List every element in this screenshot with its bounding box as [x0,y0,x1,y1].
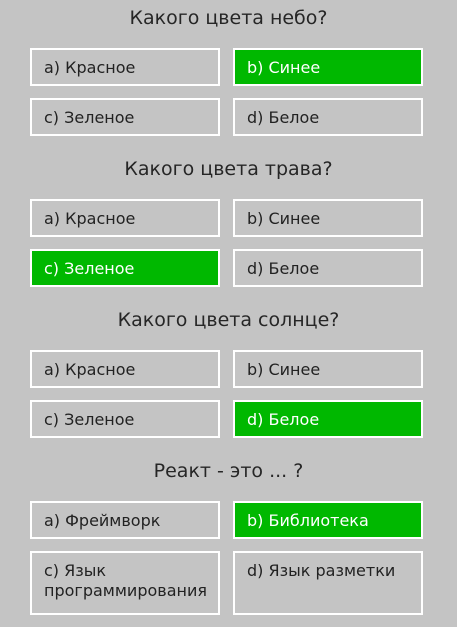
question-title: Какого цвета трава? [124,158,333,180]
answer-b[interactable]: b) Библиотека [233,501,423,539]
answer-c[interactable]: c) Зеленое [30,249,220,287]
question-title: Реакт - это ... ? [153,460,304,482]
answer-d[interactable]: d) Белое [233,98,423,136]
answer-b[interactable]: b) Синее [233,199,423,237]
answer-c[interactable]: c) Зеленое [30,400,220,438]
answer-b[interactable]: b) Синее [233,350,423,388]
question-title: Какого цвета небо? [129,7,328,29]
answer-d[interactable]: d) Белое [233,400,423,438]
answer-a[interactable]: a) Красное [30,199,220,237]
answer-c[interactable]: c) Язык программирования [30,551,220,615]
answer-d[interactable]: d) Язык разметки [233,551,423,615]
answer-c[interactable]: c) Зеленое [30,98,220,136]
answer-a[interactable]: a) Красное [30,48,220,86]
answer-d[interactable]: d) Белое [233,249,423,287]
answer-b[interactable]: b) Синее [233,48,423,86]
answer-a[interactable]: a) Красное [30,350,220,388]
answer-a[interactable]: a) Фреймворк [30,501,220,539]
question-title: Какого цвета солнце? [117,309,340,331]
